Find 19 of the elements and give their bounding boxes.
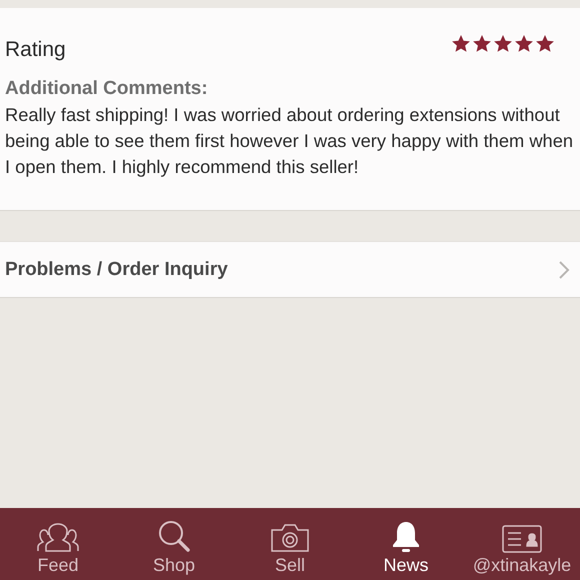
rating-label: Rating [5, 38, 66, 62]
search-icon [157, 519, 191, 553]
tab[interactable]: News [348, 508, 464, 580]
star-icon [472, 34, 492, 54]
chevron-right-icon [558, 260, 570, 280]
tab[interactable]: Shop [116, 508, 232, 580]
star-icon [514, 34, 534, 54]
star-icon [451, 34, 471, 54]
comment-text: Really fast shipping! I was worried about ordering extensions without being able to see them first however I was very happy with them when I open them. I highly recommend this seller! [5, 103, 574, 179]
star-icon [535, 34, 555, 54]
comments-label: Additional Comments: [5, 78, 209, 100]
bell-icon [390, 521, 422, 553]
tab[interactable]: @xtinakayle [464, 508, 580, 580]
camera-icon [270, 523, 310, 553]
tab[interactable]: Feed [0, 508, 116, 580]
problems-link[interactable]: Problems / Order Inquiry [0, 241, 580, 298]
star-icon [493, 34, 513, 54]
tab[interactable]: Sell [232, 508, 348, 580]
id-card-icon [502, 525, 542, 553]
